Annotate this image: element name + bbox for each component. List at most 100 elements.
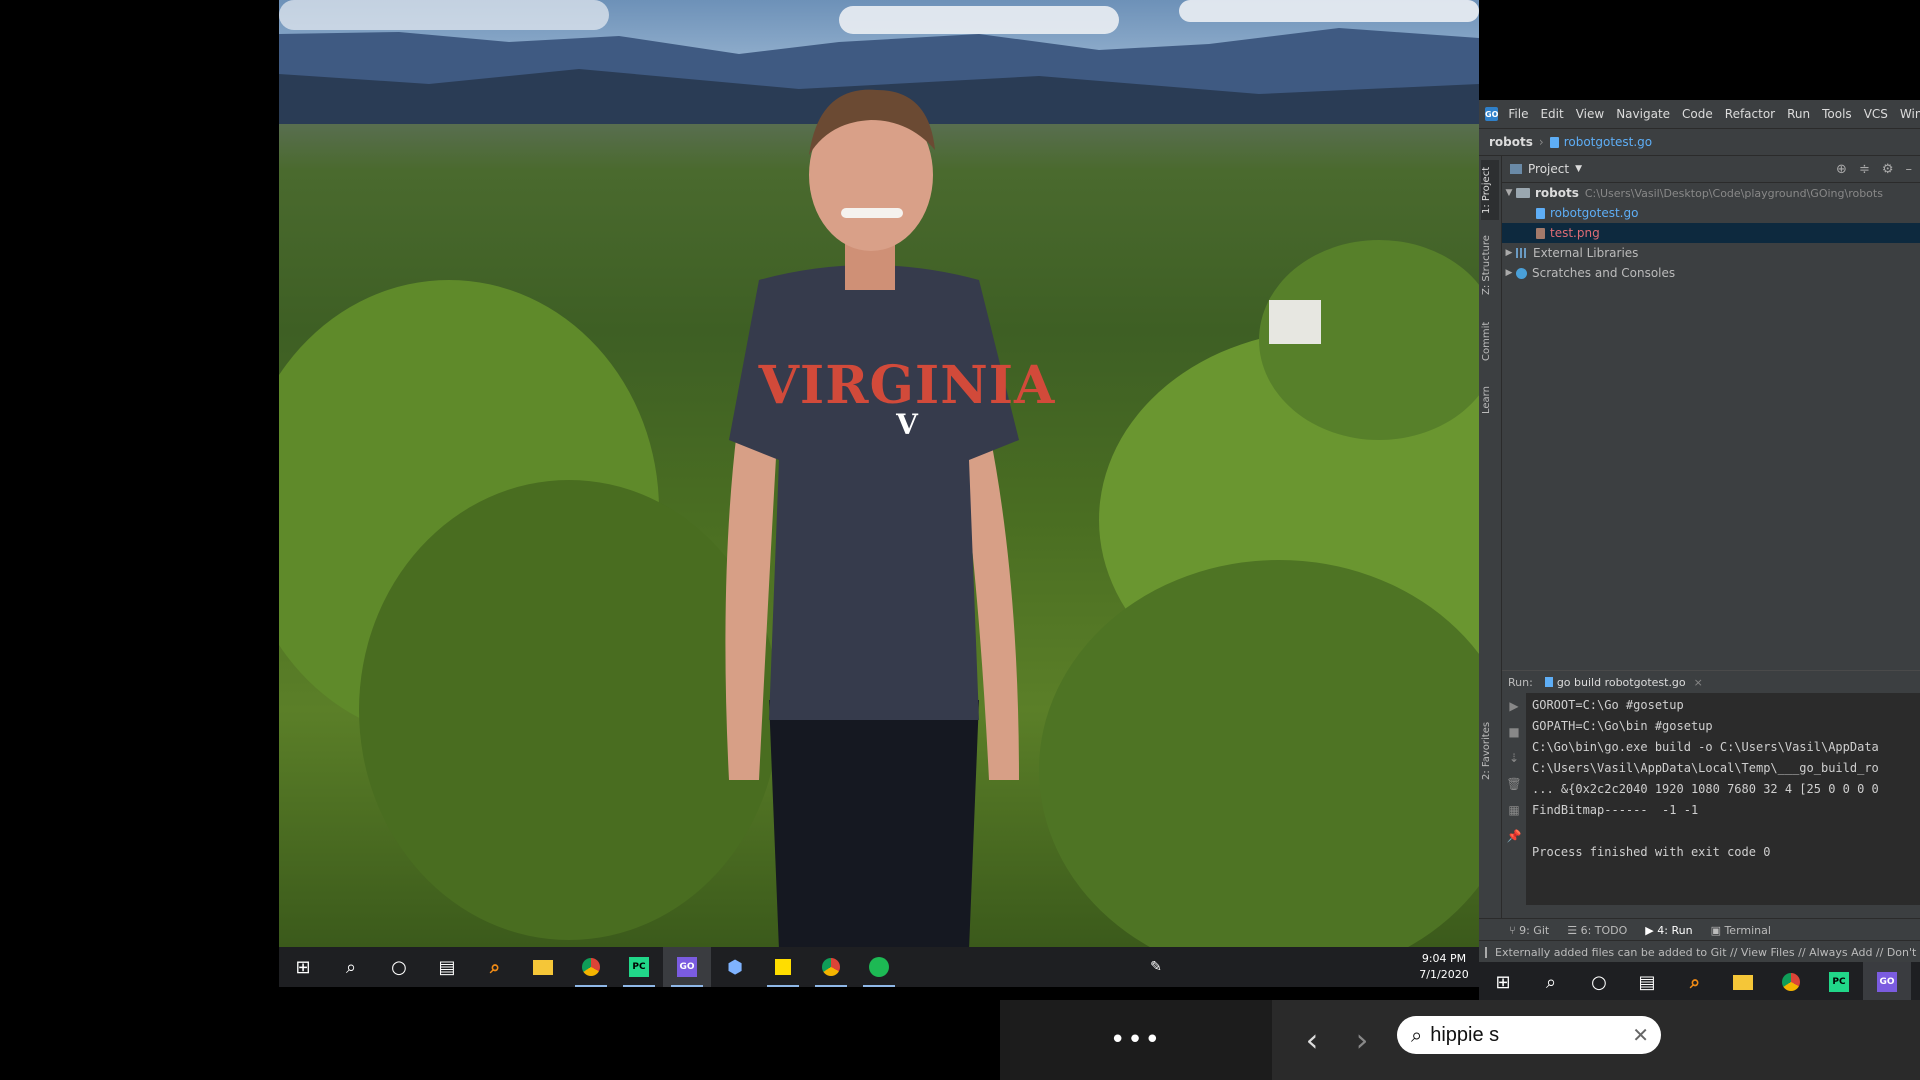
layout-icon[interactable]: ▦ (1502, 797, 1526, 823)
menu-file[interactable]: File (1502, 107, 1534, 121)
breadcrumb-root[interactable]: robots (1489, 135, 1533, 149)
chevron-down-icon[interactable]: ▼ (1575, 164, 1582, 174)
collapse-icon[interactable]: ≑ (1859, 162, 1870, 177)
pycharm-icon[interactable]: PC (615, 947, 663, 987)
search-app-icon[interactable]: ⌕ (471, 947, 519, 987)
spotify-icon[interactable] (855, 947, 903, 987)
file-explorer-icon[interactable] (1719, 962, 1767, 1002)
search-input[interactable]: ⌕ hippie s ✕ (1397, 1016, 1661, 1054)
chevron-right-icon: › (1538, 135, 1544, 149)
go-file-icon (1536, 207, 1545, 219)
gear-icon[interactable]: ⚙ (1882, 162, 1894, 177)
left-tool-strip: 1: Project Z: Structure Commit Learn 2: … (1479, 156, 1502, 932)
tab-terminal[interactable]: ▣ Terminal (1711, 924, 1771, 937)
notification-icon[interactable] (1485, 946, 1487, 958)
menu-refactor[interactable]: Refactor (1719, 107, 1781, 121)
stop-icon[interactable]: ■ (1502, 719, 1526, 745)
tab-terminal-label: Terminal (1724, 923, 1771, 937)
windows-start-icon[interactable]: ⊞ (279, 947, 327, 987)
search-icon[interactable]: ⌕ (1527, 962, 1575, 1002)
goland-icon[interactable]: GO (1863, 962, 1911, 1002)
breadcrumb-file[interactable]: robotgotest.go (1564, 135, 1652, 149)
shed (1269, 300, 1321, 344)
clear-search-icon[interactable]: ✕ (1632, 1023, 1649, 1047)
shirt-logo: V (896, 408, 918, 441)
menu-run[interactable]: Run (1781, 107, 1816, 121)
console-line: GOPATH=C:\Go\bin #gosetup (1532, 719, 1713, 733)
forward-button[interactable]: › (1342, 1020, 1382, 1060)
pycharm-icon[interactable]: PC (1815, 962, 1863, 1002)
list-icon: ☰ (1567, 923, 1581, 937)
run-config-tab[interactable]: go build robotgotest.go × (1544, 676, 1703, 689)
trash-icon[interactable]: 🗑 (1502, 771, 1526, 797)
search-app-icon[interactable]: ⌕ (1671, 962, 1719, 1002)
tab-favorites[interactable]: 2: Favorites (1481, 716, 1499, 786)
minimize-icon[interactable]: – (1906, 162, 1913, 177)
task-view-icon[interactable]: ▤ (1623, 962, 1671, 1002)
task-view-icon[interactable]: ▤ (423, 947, 471, 987)
tab-commit[interactable]: Commit (1481, 316, 1499, 366)
goland-icon[interactable]: GO (663, 947, 711, 987)
chrome-icon[interactable] (1767, 962, 1815, 1002)
external-libraries-label: External Libraries (1533, 246, 1639, 260)
tree-file-png[interactable]: test.png (1502, 223, 1920, 243)
status-message[interactable]: Externally added files can be added to G… (1495, 946, 1920, 959)
scroll-end-icon[interactable]: ⇣ (1502, 745, 1526, 771)
clock-time: 9:04 PM (1421, 952, 1467, 965)
console-output[interactable]: GOROOT=C:\Go #gosetup GOPATH=C:\Go\bin #g… (1532, 695, 1920, 905)
goland-ide-window: GO File Edit View Navigate Code Refactor… (1479, 100, 1920, 962)
search-value: hippie s (1430, 1023, 1500, 1046)
library-icon (1516, 248, 1528, 258)
console-line: Process finished with exit code 0 (1532, 845, 1771, 859)
console-line: C:\Users\Vasil\AppData\Local\Temp\___go_… (1532, 761, 1879, 775)
more-options-button[interactable]: ••• (1000, 1000, 1272, 1080)
chrome-icon[interactable] (567, 947, 615, 987)
tree-root[interactable]: ▼ robots C:\Users\Vasil\Desktop\Code\pla… (1502, 183, 1920, 203)
run-panel: Run: go build robotgotest.go × ▶ ■ ⇣ 🗑 ▦… (1502, 670, 1920, 905)
tree-external-libraries[interactable]: ▶ External Libraries (1502, 243, 1920, 263)
menu-tools[interactable]: Tools (1816, 107, 1858, 121)
chrome-icon-2[interactable] (807, 947, 855, 987)
tree-scratches[interactable]: ▶ Scratches and Consoles (1502, 263, 1920, 283)
pen-icon[interactable]: ✎ (1132, 947, 1180, 987)
cortana-icon[interactable]: ○ (1575, 962, 1623, 1002)
menu-navigate[interactable]: Navigate (1610, 107, 1676, 121)
tab-learn[interactable]: Learn (1481, 378, 1499, 422)
search-icon[interactable]: ⌕ (327, 947, 375, 987)
project-view-select[interactable]: Project (1528, 162, 1569, 176)
bottom-tool-tabs: ⑂ 9: Git ☰ 6: TODO ▶ 4: Run ▣ Terminal (1479, 918, 1920, 941)
sticky-notes-icon[interactable] (759, 947, 807, 987)
menu-vcs[interactable]: VCS (1858, 107, 1894, 121)
pin-icon[interactable]: 📌 (1502, 823, 1526, 849)
tab-structure[interactable]: Z: Structure (1481, 230, 1499, 300)
right-taskbar: ⊞ ⌕ ○ ▤ ⌕ PC GO (1479, 962, 1920, 1002)
play-icon: ▶ (1645, 923, 1658, 937)
tab-run-label: 4: Run (1657, 923, 1693, 937)
go-file-icon (1544, 677, 1553, 687)
folder-icon (1516, 188, 1530, 198)
menu-view[interactable]: View (1570, 107, 1610, 121)
menu-edit[interactable]: Edit (1534, 107, 1569, 121)
close-icon[interactable]: × (1694, 676, 1703, 689)
file-explorer-icon[interactable] (519, 947, 567, 987)
rerun-icon[interactable]: ▶ (1502, 693, 1526, 719)
expand-arrow-icon[interactable]: ▶ (1502, 248, 1516, 258)
virtualbox-icon[interactable]: ⬢ (711, 947, 759, 987)
git-icon: ⑂ (1509, 923, 1520, 937)
locate-icon[interactable]: ⊕ (1836, 162, 1847, 177)
expand-arrow-icon[interactable]: ▼ (1502, 188, 1516, 198)
tab-run[interactable]: ▶ 4: Run (1645, 924, 1692, 937)
project-panel: Project ▼ ⊕ ≑ ⚙ – ▼ robots C:\Users\Vasi… (1502, 156, 1920, 616)
system-clock[interactable]: 9:04 PM 7/1/2020 (1409, 951, 1479, 983)
windows-start-icon[interactable]: ⊞ (1479, 962, 1527, 1002)
tab-todo[interactable]: ☰ 6: TODO (1567, 924, 1627, 937)
menu-window[interactable]: Window (1894, 107, 1920, 121)
console-line: GOROOT=C:\Go #gosetup (1532, 698, 1684, 712)
expand-arrow-icon[interactable]: ▶ (1502, 268, 1516, 278)
menu-code[interactable]: Code (1676, 107, 1719, 121)
tab-project[interactable]: 1: Project (1481, 160, 1499, 220)
cortana-icon[interactable]: ○ (375, 947, 423, 987)
tab-git[interactable]: ⑂ 9: Git (1509, 924, 1549, 937)
tree-file-go[interactable]: robotgotest.go (1502, 203, 1920, 223)
back-button[interactable]: ‹ (1292, 1020, 1332, 1060)
